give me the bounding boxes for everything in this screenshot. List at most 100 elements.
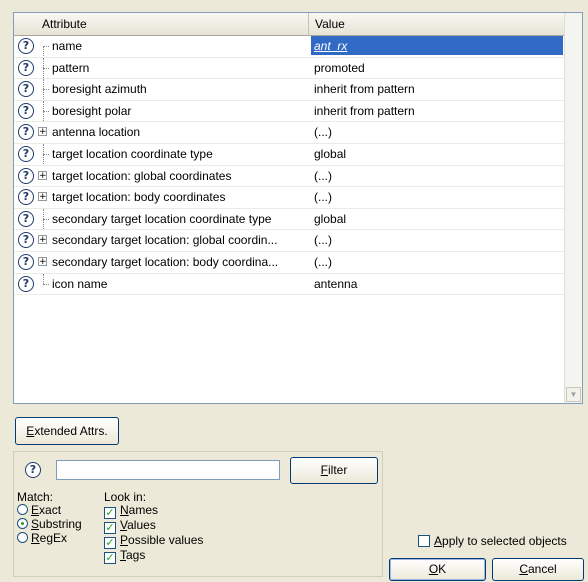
attribute-value[interactable]: antenna xyxy=(311,274,563,293)
match-option-label: ubstring xyxy=(39,517,82,531)
help-question-icon[interactable]: ? xyxy=(18,102,34,119)
expand-plus-icon[interactable]: + xyxy=(38,256,47,266)
match-mnemonic: E xyxy=(31,503,40,517)
attribute-name: target location coordinate type xyxy=(52,146,213,161)
help-question-icon[interactable]: ? xyxy=(18,189,34,206)
filter-help-icon[interactable]: ? xyxy=(25,462,41,478)
attribute-row[interactable]: ? + antenna location (...) xyxy=(14,122,565,144)
look-in-checkbox[interactable]: ✓ Values xyxy=(104,518,156,534)
apply-to-selected-checkbox[interactable]: Apply to selected objects xyxy=(418,534,567,548)
help-question-icon[interactable]: ? xyxy=(18,59,34,76)
help-question-icon[interactable]: ? xyxy=(18,145,34,162)
attribute-row[interactable]: ? + secondary target location: global coor… xyxy=(14,230,565,252)
attribute-value[interactable]: (...) xyxy=(311,187,563,206)
apply-label: pply to selected objects xyxy=(442,534,567,548)
attribute-value[interactable]: (...) xyxy=(311,230,563,249)
radio-button[interactable] xyxy=(17,532,28,543)
attribute-row[interactable]: ? + target location: body coordinates (...) xyxy=(14,187,565,209)
look-in-option-label: ags xyxy=(126,548,146,562)
attribute-value[interactable]: (...) xyxy=(311,252,563,271)
attribute-name: secondary target location coordinate typ… xyxy=(52,211,272,226)
tree-connector-tick xyxy=(43,283,49,285)
attribute-value[interactable]: inherit from pattern xyxy=(311,79,563,98)
attribute-value[interactable]: promoted xyxy=(311,58,563,77)
match-radio[interactable]: Exact xyxy=(17,503,61,517)
help-question-icon[interactable]: ? xyxy=(18,38,34,54)
tree-connector-tick xyxy=(43,218,49,220)
column-header-attribute[interactable]: Attribute xyxy=(14,13,309,35)
match-mnemonic: R xyxy=(31,531,40,545)
help-question-icon[interactable]: ? xyxy=(18,210,34,227)
attribute-name: target location: body coordinates xyxy=(52,190,226,205)
attribute-row[interactable]: ? secondary target location coordinate ty… xyxy=(14,208,565,231)
match-mnemonic: S xyxy=(31,517,40,531)
attribute-grid[interactable]: Attribute Value ? name ant_rx? pattern promo… xyxy=(13,12,583,404)
attribute-value[interactable]: global xyxy=(311,144,563,163)
expand-plus-icon[interactable]: + xyxy=(38,235,47,245)
look-in-mnemonic: N xyxy=(120,503,129,517)
look-in-checkbox[interactable]: ✓ Possible values xyxy=(104,533,204,549)
radio-button[interactable] xyxy=(17,504,28,515)
column-header-value[interactable]: Value xyxy=(309,13,565,35)
expand-plus-icon[interactable]: + xyxy=(38,127,47,137)
expand-plus-icon[interactable]: + xyxy=(38,192,47,202)
attribute-rows: ? name ant_rx? pattern promoted? boresight az… xyxy=(14,36,565,296)
attribute-name: boresight polar xyxy=(52,103,132,118)
help-question-icon[interactable]: ? xyxy=(18,124,34,141)
help-question-icon[interactable]: ? xyxy=(18,81,34,98)
attribute-row[interactable]: ? + target location: global coordinates (..… xyxy=(14,166,565,188)
apply-mnemonic: A xyxy=(434,534,443,548)
match-radio[interactable]: RegEx xyxy=(17,531,67,545)
match-option-label: xact xyxy=(39,503,62,517)
cancel-mnemonic: C xyxy=(519,562,528,576)
help-question-icon[interactable]: ? xyxy=(18,167,34,184)
ok-label: K xyxy=(438,562,447,576)
help-question-icon[interactable]: ? xyxy=(18,232,34,249)
attribute-row[interactable]: ? pattern promoted xyxy=(14,57,565,80)
look-in-checkbox[interactable]: ✓ Tags xyxy=(104,548,146,564)
attribute-name: icon name xyxy=(52,276,108,291)
cancel-label: ancel xyxy=(527,562,557,576)
tree-connector xyxy=(43,46,50,56)
attribute-value[interactable]: (...) xyxy=(311,122,563,141)
filter-button[interactable]: Filter xyxy=(290,457,378,484)
ok-mnemonic: O xyxy=(428,562,439,576)
apply-checkbox-box[interactable] xyxy=(418,535,430,547)
attribute-row[interactable]: ? boresight polar inherit from pattern xyxy=(14,100,565,123)
scroll-down-button[interactable]: ▼ xyxy=(566,387,581,402)
look-in-checkbox[interactable]: ✓ Names xyxy=(104,503,159,519)
attribute-value[interactable]: global xyxy=(311,209,563,228)
attribute-name: boresight azimuth xyxy=(52,82,147,97)
help-question-icon[interactable]: ? xyxy=(18,253,34,270)
tree-connector-tick xyxy=(43,89,49,91)
attribute-value[interactable]: inherit from pattern xyxy=(311,101,563,120)
attribute-row[interactable]: ? + secondary target location: body coordi… xyxy=(14,252,565,274)
extended-attrs-button[interactable]: Extended Attrs. xyxy=(15,417,119,445)
attribute-row[interactable]: ? target location coordinate type global xyxy=(14,143,565,166)
match-radio[interactable]: Substring xyxy=(17,517,82,531)
look-in-option-label: ames xyxy=(128,503,159,517)
cancel-button[interactable]: Cancel xyxy=(492,558,584,581)
tree-connector-tick xyxy=(43,110,49,112)
attribute-name: pattern xyxy=(52,60,90,75)
attribute-row[interactable]: ? name ant_rx xyxy=(14,36,565,58)
vertical-scrollbar[interactable]: ▼ xyxy=(564,13,582,403)
extended-attrs-label: xtended Attrs. xyxy=(34,424,108,438)
look-in-option-label: alues xyxy=(127,518,156,532)
attribute-row[interactable]: ? boresight azimuth inherit from pattern xyxy=(14,79,565,101)
radio-button[interactable] xyxy=(17,518,28,529)
filter-input[interactable] xyxy=(56,460,280,480)
attribute-name: secondary target location: body coordina… xyxy=(52,254,279,269)
filter-button-label: ilter xyxy=(328,463,348,477)
attribute-name: target location: global coordinates xyxy=(52,168,232,183)
look-in-option-label: ossible values xyxy=(128,533,204,547)
tree-connector-tick xyxy=(43,46,49,47)
expand-plus-icon[interactable]: + xyxy=(38,170,47,180)
help-question-icon[interactable]: ? xyxy=(18,275,34,292)
attribute-row[interactable]: ? icon name antenna xyxy=(14,273,565,296)
ok-button[interactable]: OK xyxy=(389,558,486,581)
attribute-value[interactable]: (...) xyxy=(311,166,563,185)
match-option-label: egEx xyxy=(39,531,68,545)
checkbox-box[interactable]: ✓ xyxy=(104,552,116,564)
attribute-value[interactable]: ant_rx xyxy=(311,36,563,55)
